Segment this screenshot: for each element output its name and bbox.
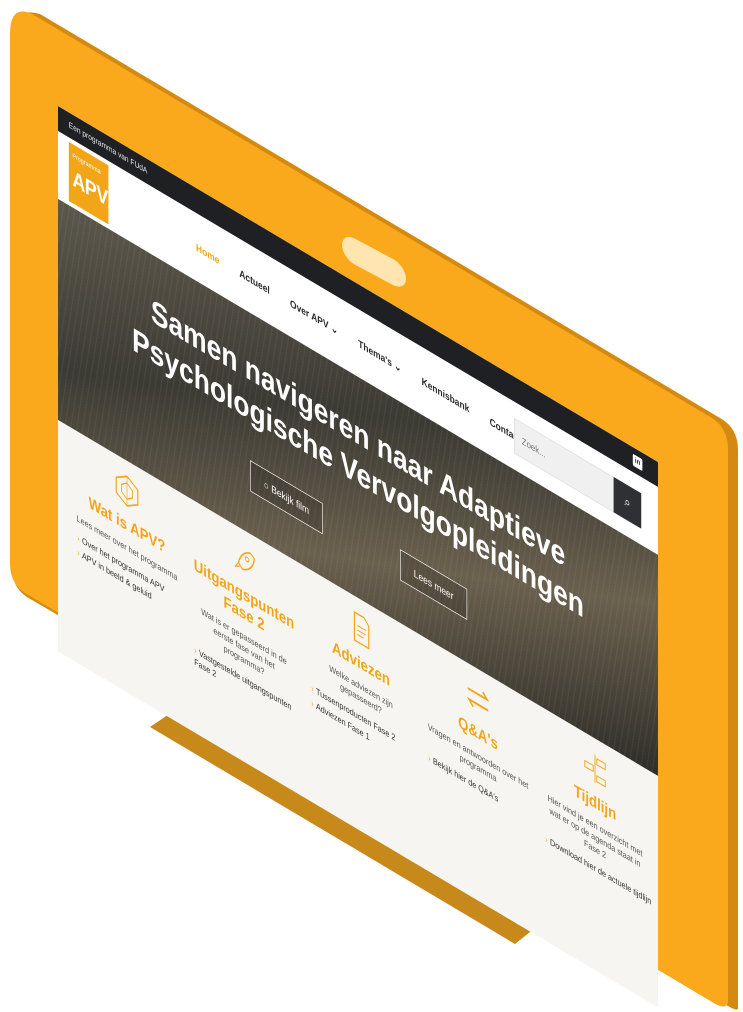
- chevron-right-icon: ›: [311, 682, 314, 695]
- nav-home[interactable]: Home: [196, 241, 219, 267]
- monitor-illustration: Een programma van FUdA in Programma APV …: [0, 0, 743, 1012]
- linkedin-icon[interactable]: in: [632, 453, 643, 472]
- chevron-right-icon: ›: [77, 532, 80, 545]
- nav-themas[interactable]: Thema's ⌄: [358, 337, 401, 374]
- chevron-right-icon: ›: [77, 547, 80, 559]
- nav-actueel[interactable]: Actueel: [239, 267, 269, 297]
- chevron-right-icon: ›: [194, 644, 197, 657]
- search-button[interactable]: ⌕: [613, 476, 642, 529]
- nav-over-apv[interactable]: Over APV ⌄: [290, 297, 338, 337]
- chevron-right-icon: ›: [311, 697, 314, 710]
- logo-big-text: APV: [72, 166, 108, 212]
- chevron-right-icon: ›: [428, 752, 431, 765]
- nav-kennisbank[interactable]: Kennisbank: [422, 375, 470, 415]
- chevron-right-icon: ›: [545, 833, 548, 846]
- search-icon: ⌕: [624, 492, 631, 512]
